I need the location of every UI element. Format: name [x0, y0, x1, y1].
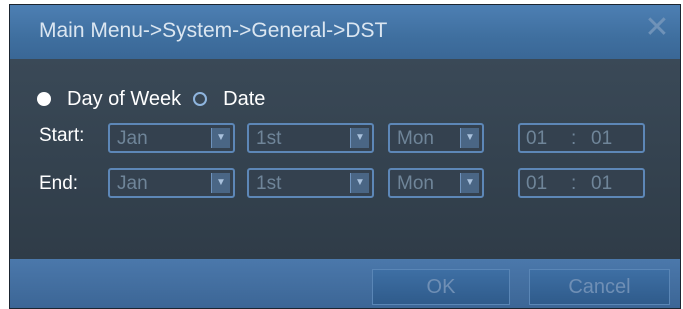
chevron-down-icon: ▼ [460, 173, 479, 193]
end-label: End: [39, 173, 79, 194]
start-day-select[interactable]: Mon ▼ [388, 123, 484, 153]
end-month-value: Jan [117, 173, 148, 194]
start-label: Start: [39, 125, 85, 146]
cancel-button[interactable]: Cancel [529, 269, 670, 305]
end-month-select[interactable]: Jan ▼ [108, 168, 235, 198]
start-week-value: 1st [256, 128, 282, 149]
radio-date[interactable] [193, 92, 208, 106]
ok-button[interactable]: OK [372, 269, 510, 305]
radio-day-of-week[interactable] [37, 92, 51, 106]
end-minute: 01 [591, 173, 613, 194]
end-week-value: 1st [256, 173, 282, 194]
title-bar: Main Menu->System->General->DST ✕ [10, 5, 680, 59]
end-hour: 01 [526, 173, 548, 194]
mode-radio-group: Day of Week Date [37, 88, 277, 110]
start-minute: 01 [591, 128, 613, 149]
start-month-select[interactable]: Jan ▼ [108, 123, 235, 153]
close-icon[interactable]: ✕ [644, 13, 670, 43]
radio-label-day-of-week: Day of Week [67, 87, 182, 110]
chevron-down-icon: ▼ [350, 173, 369, 193]
chevron-down-icon: ▼ [211, 173, 230, 193]
start-day-value: Mon [397, 128, 434, 149]
start-hour: 01 [526, 128, 548, 149]
end-week-select[interactable]: 1st ▼ [247, 168, 374, 198]
end-time-field[interactable]: 01 : 01 [518, 168, 645, 198]
radio-label-date: Date [223, 87, 266, 110]
start-time-separator: : [571, 128, 577, 149]
start-month-value: Jan [117, 128, 148, 149]
dialog-title: Main Menu->System->General->DST [39, 19, 388, 42]
end-day-select[interactable]: Mon ▼ [388, 168, 484, 198]
start-time-field[interactable]: 01 : 01 [518, 123, 645, 153]
start-week-select[interactable]: 1st ▼ [247, 123, 374, 153]
chevron-down-icon: ▼ [460, 128, 479, 148]
end-day-value: Mon [397, 173, 434, 194]
chevron-down-icon: ▼ [350, 128, 369, 148]
end-time-separator: : [571, 173, 577, 194]
chevron-down-icon: ▼ [211, 128, 230, 148]
